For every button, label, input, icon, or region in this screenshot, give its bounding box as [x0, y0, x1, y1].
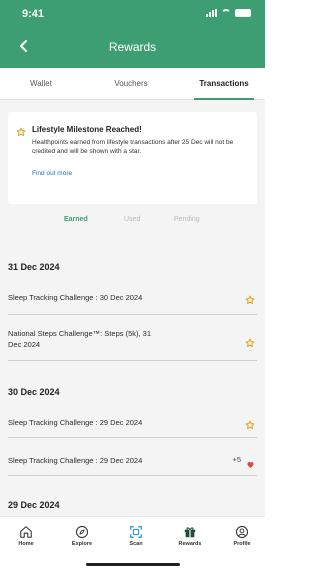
- nav-label: Home: [18, 541, 34, 547]
- status-bar: 9:41: [0, 0, 265, 28]
- battery-icon: [235, 9, 251, 17]
- nav-label: Profile: [233, 541, 251, 547]
- transaction-filters: Earned Used Pending: [0, 216, 265, 234]
- nav-label: Explore: [71, 541, 93, 547]
- nav-label: Rewards: [178, 541, 202, 547]
- nav-profile[interactable]: Profile: [222, 525, 262, 557]
- filter-earned[interactable]: Earned: [64, 216, 88, 223]
- filter-pending[interactable]: Pending: [174, 216, 200, 223]
- nav-home[interactable]: Home: [6, 525, 46, 557]
- signal-icon: [206, 9, 217, 17]
- scan-icon: [130, 526, 142, 538]
- heart-icon: [246, 456, 255, 474]
- nav-explore[interactable]: Explore: [62, 525, 102, 557]
- points-value: +5: [232, 455, 241, 464]
- rewards-screen: 9:41 Rewards Wallet Vouchers Transaction…: [0, 0, 265, 573]
- tab-vouchers[interactable]: Vouchers: [96, 68, 166, 100]
- title-bar: Rewards: [0, 32, 265, 62]
- transaction-label: National Steps Challenge™: Steps (5k), 3…: [8, 329, 151, 349]
- milestone-description: Healthpoints earned from lifestyle trans…: [32, 139, 234, 155]
- milestone-title: Lifestyle Milestone Reached!: [32, 125, 142, 134]
- app-header: 9:41 Rewards: [0, 0, 265, 68]
- star-icon: [245, 335, 255, 353]
- date-heading: 29 Dec 2024: [8, 500, 60, 510]
- transaction-row[interactable]: National Steps Challenge™: Steps (5k), 3…: [8, 319, 257, 361]
- transaction-row[interactable]: Sleep Tracking Challenge : 30 Dec 2024: [8, 283, 257, 315]
- wifi-icon: [221, 9, 231, 17]
- star-icon: [16, 124, 26, 142]
- status-icons: [206, 9, 251, 17]
- nav-scan[interactable]: Scan: [116, 525, 156, 557]
- nav-label: Scan: [129, 541, 143, 547]
- star-icon: [245, 417, 255, 435]
- milestone-card: Lifestyle Milestone Reached! Healthpoint…: [8, 112, 257, 204]
- date-heading: 30 Dec 2024: [8, 387, 60, 397]
- find-out-more-link[interactable]: Find out more: [32, 170, 72, 177]
- star-icon: [245, 292, 255, 310]
- rewards-tabs: Wallet Vouchers Transactions: [0, 68, 265, 100]
- nav-rewards[interactable]: Rewards: [170, 525, 210, 557]
- tab-wallet[interactable]: Wallet: [6, 68, 76, 100]
- compass-icon: [75, 525, 89, 539]
- home-indicator: [86, 563, 180, 566]
- transaction-label: Sleep Tracking Challenge : 29 Dec 2024: [8, 456, 143, 465]
- tab-transactions[interactable]: Transactions: [186, 68, 262, 100]
- date-heading: 31 Dec 2024: [8, 262, 60, 272]
- gift-icon: [184, 527, 196, 538]
- transaction-label: Sleep Tracking Challenge : 30 Dec 2024: [8, 293, 143, 302]
- page-title: Rewards: [108, 40, 157, 54]
- filter-used[interactable]: Used: [124, 216, 140, 223]
- status-time: 9:41: [22, 8, 45, 20]
- transaction-label: Sleep Tracking Challenge : 29 Dec 2024: [8, 418, 143, 427]
- transaction-row[interactable]: Sleep Tracking Challenge : 29 Dec 2024: [8, 406, 257, 438]
- transaction-row[interactable]: Sleep Tracking Challenge : 29 Dec 2024 +…: [8, 443, 257, 476]
- profile-icon: [235, 525, 249, 539]
- home-icon: [20, 526, 32, 538]
